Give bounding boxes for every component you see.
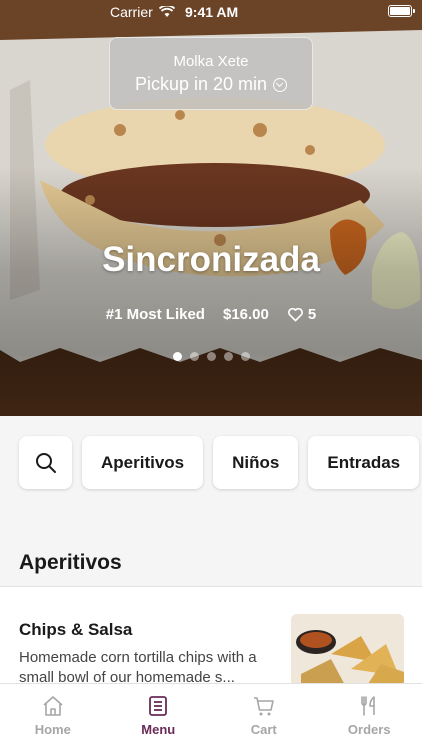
search-button[interactable] bbox=[19, 436, 72, 489]
tab-orders-label: Orders bbox=[347, 722, 391, 737]
featured-dish-title: Sincronizada bbox=[102, 240, 320, 279]
carousel-pagination[interactable] bbox=[0, 352, 422, 361]
featured-likes[interactable]: 5 bbox=[287, 306, 316, 323]
tab-menu-label: Menu bbox=[141, 722, 176, 737]
category-chip-ninos[interactable]: Niños bbox=[213, 436, 299, 489]
tab-orders[interactable]: Orders bbox=[317, 684, 422, 750]
carousel-dot[interactable] bbox=[189, 352, 199, 361]
tab-home[interactable]: Home bbox=[0, 684, 106, 750]
section-title: Aperitivos bbox=[19, 551, 122, 574]
carousel-dot[interactable] bbox=[206, 352, 216, 361]
carrier-group: Carrier bbox=[110, 4, 175, 20]
pickup-time: Pickup in 20 min bbox=[110, 74, 312, 95]
carousel-dot[interactable] bbox=[240, 352, 250, 361]
menu-item[interactable]: Chips & Salsa Homemade corn tortilla chi… bbox=[0, 587, 422, 687]
featured-dish-meta: #1 Most Liked $16.00 5 bbox=[0, 306, 422, 323]
home-icon bbox=[43, 696, 63, 716]
orders-icon bbox=[361, 696, 376, 716]
menu-item-description: Homemade corn tortilla chips with a smal… bbox=[19, 649, 257, 686]
tab-cart[interactable]: Cart bbox=[211, 684, 317, 750]
clock: 9:41 AM bbox=[185, 4, 239, 20]
menu-item-image bbox=[291, 614, 404, 687]
tab-bar: Home Menu Cart Orders bbox=[0, 683, 422, 750]
likes-count: 5 bbox=[307, 306, 317, 323]
menu-item-name: Chips & Salsa bbox=[19, 620, 133, 639]
status-bar: Carrier 9:41 AM bbox=[0, 0, 422, 24]
cart-icon bbox=[253, 697, 274, 716]
carrier-label: Carrier bbox=[110, 4, 153, 20]
pickup-time-label: Pickup in 20 min bbox=[134, 74, 268, 94]
carousel-dot[interactable] bbox=[223, 352, 233, 361]
store-name: Molka Xete bbox=[173, 53, 249, 70]
menu-icon bbox=[149, 696, 168, 716]
pickup-selector[interactable]: Molka Xete Pickup in 20 min bbox=[109, 37, 313, 110]
chevron-down-icon bbox=[273, 77, 288, 92]
featured-hero[interactable]: Carrier 9:41 AM Molka Xete Pickup in 20 … bbox=[0, 0, 422, 416]
wifi-icon bbox=[158, 6, 175, 17]
category-chip-aperitivos[interactable]: Aperitivos bbox=[82, 436, 204, 489]
tab-menu[interactable]: Menu bbox=[106, 684, 212, 750]
category-chip-entradas[interactable]: Entradas bbox=[308, 436, 420, 489]
carousel-dot[interactable] bbox=[172, 352, 182, 361]
tab-cart-label: Cart bbox=[250, 722, 277, 737]
battery-icon bbox=[388, 5, 415, 17]
featured-rank: #1 Most Liked bbox=[105, 306, 205, 323]
heart-icon bbox=[287, 307, 303, 322]
tab-home-label: Home bbox=[34, 722, 71, 737]
category-chips: Aperitivos Niños Entradas bbox=[19, 436, 420, 489]
search-icon bbox=[35, 452, 56, 473]
featured-price: $16.00 bbox=[222, 306, 269, 323]
